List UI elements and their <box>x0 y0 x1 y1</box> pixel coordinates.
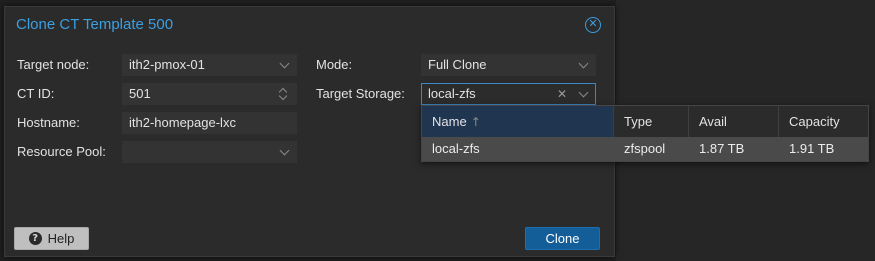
chevron-down-icon[interactable] <box>578 58 589 69</box>
mode-value: Full Clone <box>428 57 487 72</box>
hostname-label: Hostname: <box>17 115 80 130</box>
clear-icon[interactable]: ✕ <box>557 84 567 104</box>
resource-pool-select[interactable] <box>122 141 297 163</box>
help-button[interactable]: ? Help <box>14 227 89 250</box>
target-storage-value: local-zfs <box>428 86 476 101</box>
clone-button[interactable]: Clone <box>525 227 600 250</box>
row-name-cell: local-zfs <box>432 141 480 156</box>
help-icon: ? <box>28 232 42 245</box>
chevron-down-icon[interactable] <box>578 87 589 98</box>
close-circle-icon[interactable]: ✕ <box>585 17 601 33</box>
target-node-value: ith2-pmox-01 <box>129 57 205 72</box>
target-storage-select[interactable]: local-zfs ✕ <box>421 83 596 105</box>
row-capacity-cell: 1.91 TB <box>789 141 835 156</box>
ct-id-field[interactable]: 501 <box>122 83 297 105</box>
target-storage-label: Target Storage: <box>316 86 405 101</box>
resource-pool-label: Resource Pool: <box>17 144 106 159</box>
column-header-avail[interactable]: Avail <box>689 106 779 137</box>
sort-ascending-icon: ↑ <box>470 115 481 129</box>
chevron-down-icon[interactable] <box>279 145 290 156</box>
help-button-label: Help <box>47 231 75 246</box>
target-node-select[interactable]: ith2-pmox-01 <box>122 54 297 76</box>
hostname-value: ith2-homepage-lxc <box>129 115 236 130</box>
ct-id-value: 501 <box>129 86 151 101</box>
column-header-capacity[interactable]: Capacity <box>779 106 868 137</box>
spinner-icon[interactable] <box>278 87 289 101</box>
target-node-label: Target node: <box>17 57 90 72</box>
chevron-down-icon[interactable] <box>279 58 290 69</box>
ct-id-label: CT ID: <box>17 86 55 101</box>
mode-label: Mode: <box>316 57 353 72</box>
column-header-type[interactable]: Type <box>614 106 689 137</box>
column-name-label: Name <box>432 114 467 129</box>
row-avail-cell: 1.87 TB <box>699 141 745 156</box>
column-header-name[interactable]: Name ↑ <box>422 106 614 137</box>
hostname-field[interactable]: ith2-homepage-lxc <box>122 112 297 134</box>
table-row[interactable]: local-zfs zfspool 1.87 TB 1.91 TB <box>422 137 868 161</box>
storage-grid-header: Name ↑ Type Avail Capacity <box>422 106 868 137</box>
mode-select[interactable]: Full Clone <box>421 54 596 76</box>
row-type-cell: zfspool <box>624 141 666 156</box>
dialog-title: Clone CT Template 500 <box>16 15 174 33</box>
storage-dropdown: Name ↑ Type Avail Capacity local-zfs zfsp… <box>421 105 869 162</box>
dialog-titlebar: Clone CT Template 500 ✕ <box>5 7 614 41</box>
